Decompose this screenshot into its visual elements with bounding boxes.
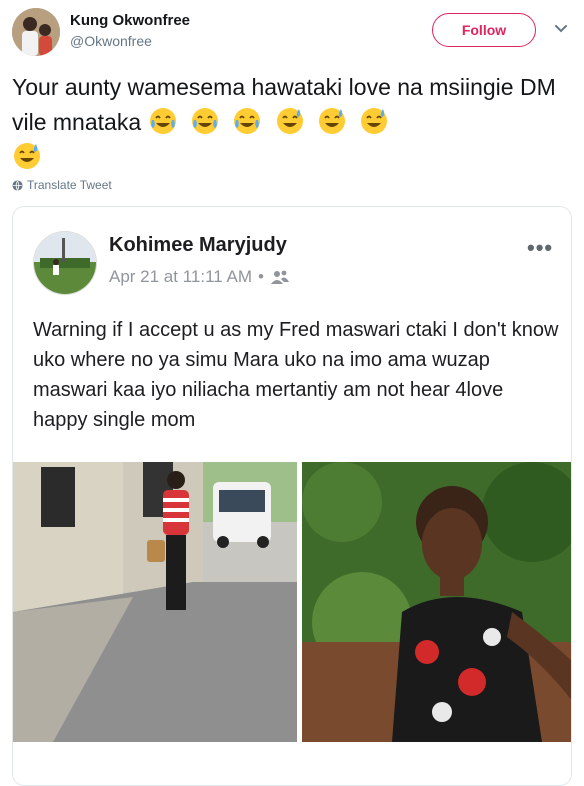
author-avatar[interactable] [12, 8, 60, 56]
sweat-smile-emoji-icon [361, 108, 388, 134]
friends-audience-icon [270, 270, 289, 284]
more-options-icon[interactable]: ••• [527, 235, 553, 261]
post-meta: Apr 21 at 11:11 AM • [109, 267, 290, 287]
tweet-text: Your aunty wamesema hawataki love na msi… [12, 70, 572, 175]
globe-icon [12, 179, 23, 191]
tears-of-joy-emoji-icon [149, 108, 176, 134]
emoji-row [148, 108, 396, 135]
follow-button[interactable]: Follow [432, 13, 536, 47]
post-author-avatar[interactable] [33, 231, 97, 295]
tears-of-joy-emoji-icon [234, 108, 261, 134]
post-photo-2[interactable] [302, 462, 571, 742]
post-date[interactable]: Apr 21 at 11:11 AM [109, 267, 252, 287]
tears-of-joy-emoji-icon [191, 108, 218, 134]
sweat-smile-emoji-icon [276, 108, 303, 134]
embedded-post-card[interactable]: Kohimee Maryjudy Apr 21 at 11:11 AM • ••… [12, 206, 572, 786]
translate-label: Translate Tweet [27, 178, 112, 192]
post-text: Warning if I accept u as my Fred maswari… [33, 319, 559, 431]
author-name[interactable]: Kung Okwonfree [70, 12, 190, 29]
dot-separator: • [258, 267, 264, 286]
chevron-down-icon[interactable] [552, 20, 570, 38]
sweat-smile-emoji-icon [319, 108, 346, 134]
post-photo-1[interactable] [13, 462, 297, 742]
translate-tweet-link[interactable]: Translate Tweet [12, 178, 112, 192]
author-handle[interactable]: @Okwonfree [70, 33, 152, 49]
sweat-smile-emoji-icon [14, 143, 40, 169]
post-author-name[interactable]: Kohimee Maryjudy [109, 234, 287, 257]
